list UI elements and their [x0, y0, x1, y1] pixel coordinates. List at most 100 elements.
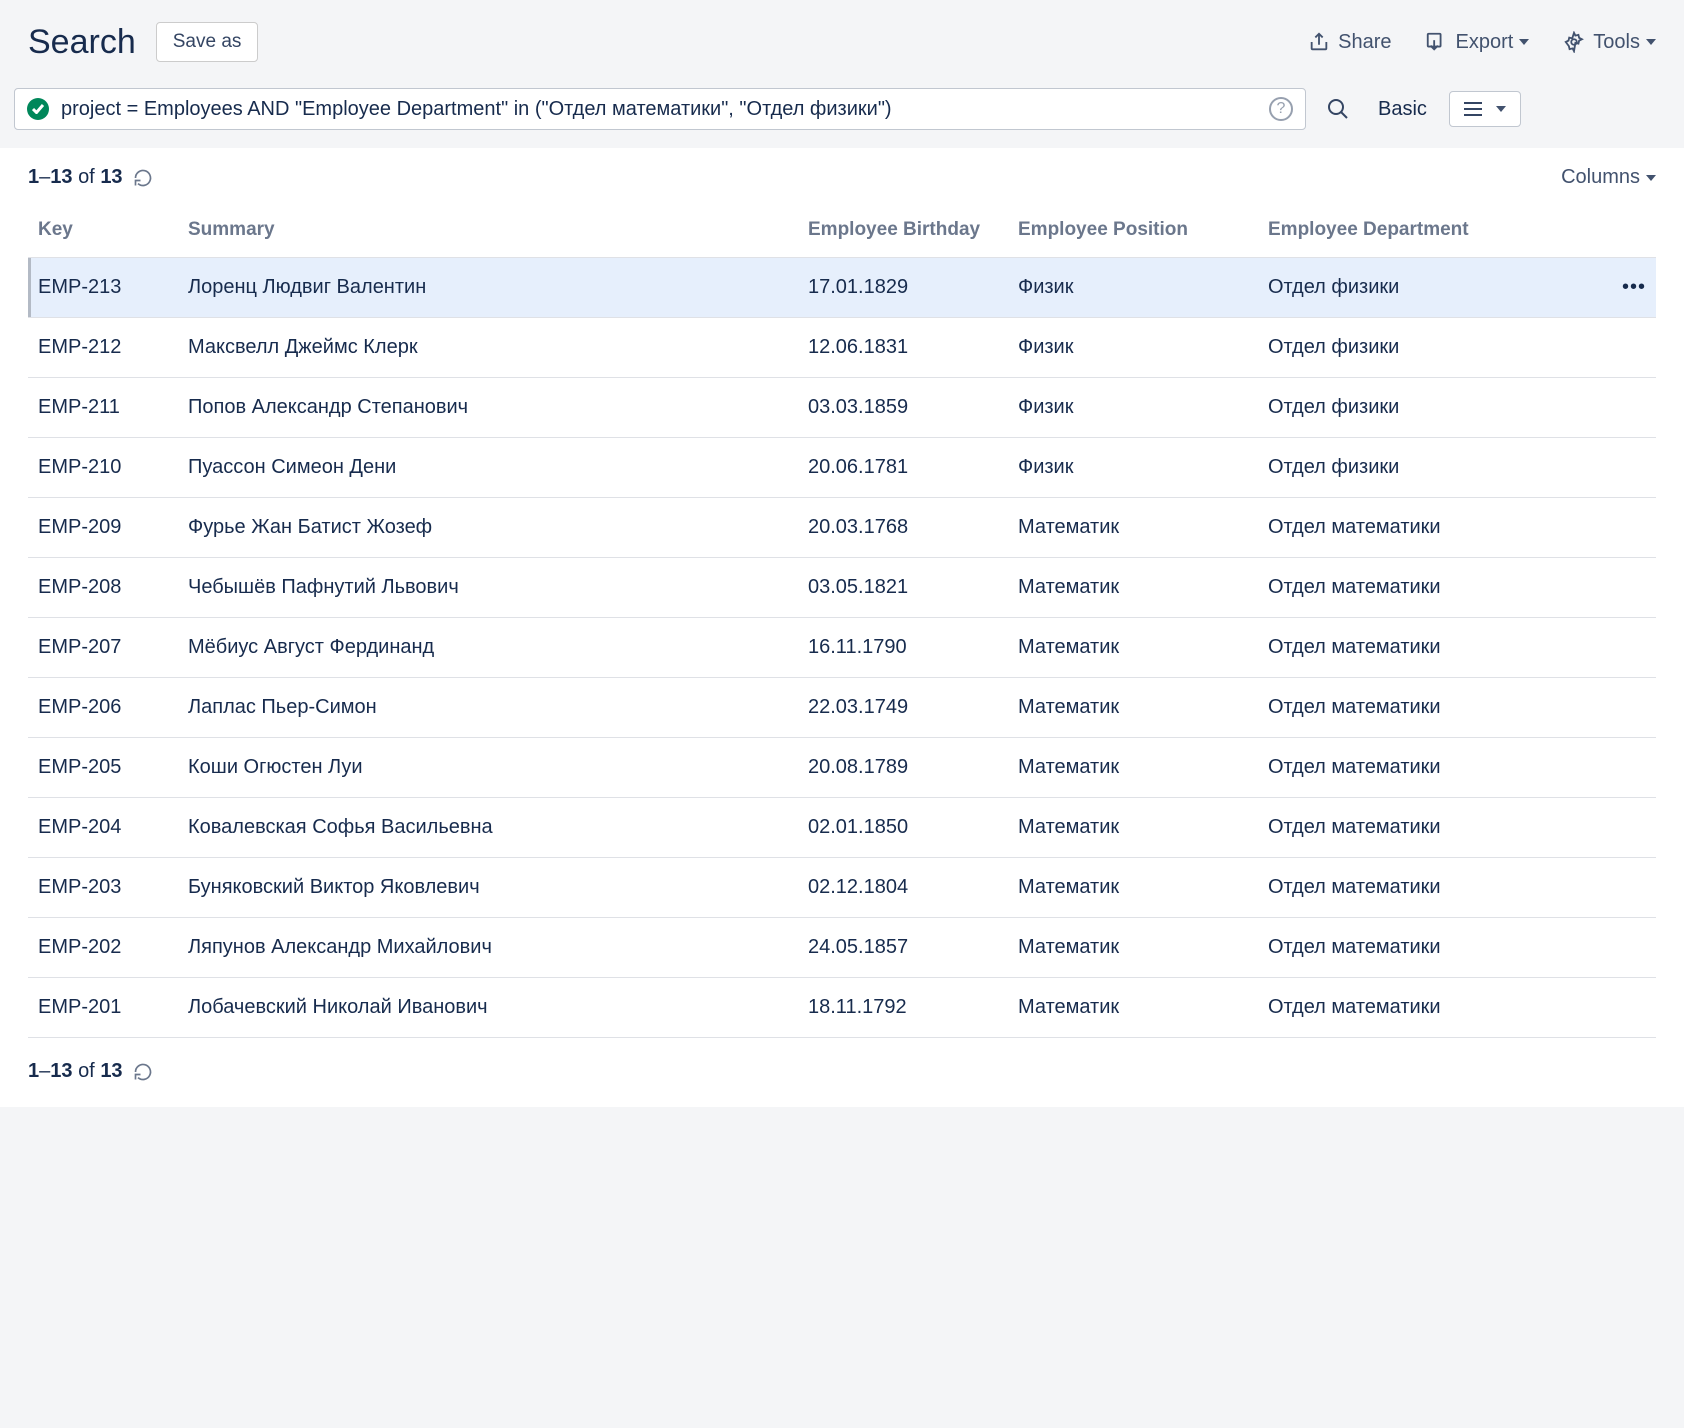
results-count-bottom: 1–13 of 13	[28, 1060, 123, 1083]
table-row[interactable]: EMP-202Ляпунов Александр Михайлович24.05…	[28, 918, 1656, 978]
cell-department: Отдел физики	[1258, 258, 1610, 318]
basic-mode-link[interactable]: Basic	[1370, 98, 1435, 121]
tools-label: Tools	[1593, 31, 1640, 54]
row-actions-button[interactable]	[1610, 858, 1656, 918]
export-button[interactable]: Export	[1425, 31, 1529, 54]
chevron-down-icon	[1519, 39, 1529, 45]
columns-button[interactable]: Columns	[1561, 166, 1656, 189]
save-as-button[interactable]: Save as	[156, 22, 259, 62]
cell-birthday: 24.05.1857	[798, 918, 1008, 978]
table-row[interactable]: EMP-205Коши Огюстен Луи20.08.1789Математ…	[28, 738, 1656, 798]
cell-birthday: 03.05.1821	[798, 558, 1008, 618]
cell-key: EMP-206	[28, 678, 178, 738]
chevron-down-icon	[1646, 39, 1656, 45]
cell-department: Отдел математики	[1258, 618, 1610, 678]
cell-position: Математик	[1008, 918, 1258, 978]
cell-summary: Коши Огюстен Луи	[178, 738, 798, 798]
cell-summary: Фурье Жан Батист Жозеф	[178, 498, 798, 558]
refresh-button-bottom[interactable]	[133, 1062, 153, 1082]
cell-summary: Буняковский Виктор Яковлевич	[178, 858, 798, 918]
row-actions-button[interactable]	[1610, 918, 1656, 978]
col-header-key[interactable]: Key	[28, 207, 178, 258]
cell-summary: Чебышёв Пафнутий Львович	[178, 558, 798, 618]
cell-position: Физик	[1008, 378, 1258, 438]
cell-summary: Максвелл Джеймс Клерк	[178, 318, 798, 378]
col-header-position[interactable]: Employee Position	[1008, 207, 1258, 258]
cell-position: Математик	[1008, 858, 1258, 918]
cell-position: Математик	[1008, 618, 1258, 678]
cell-birthday: 16.11.1790	[798, 618, 1008, 678]
cell-key: EMP-203	[28, 858, 178, 918]
table-row[interactable]: EMP-208Чебышёв Пафнутий Львович03.05.182…	[28, 558, 1656, 618]
cell-summary: Мёбиус Август Фердинанд	[178, 618, 798, 678]
cell-summary: Ковалевская Софья Васильевна	[178, 798, 798, 858]
table-row[interactable]: EMP-209Фурье Жан Батист Жозеф20.03.1768М…	[28, 498, 1656, 558]
cell-position: Математик	[1008, 498, 1258, 558]
cell-department: Отдел физики	[1258, 378, 1610, 438]
jql-input-wrap[interactable]: ?	[14, 88, 1306, 130]
cell-birthday: 02.01.1850	[798, 798, 1008, 858]
columns-label: Columns	[1561, 166, 1640, 189]
cell-position: Физик	[1008, 258, 1258, 318]
search-button[interactable]	[1320, 91, 1356, 127]
table-header-row: Key Summary Employee Birthday Employee P…	[28, 207, 1656, 258]
share-button[interactable]: Share	[1308, 31, 1391, 54]
results-count: 1–13 of 13	[28, 166, 123, 189]
cell-key: EMP-201	[28, 978, 178, 1038]
row-actions-button[interactable]	[1610, 738, 1656, 798]
cell-department: Отдел математики	[1258, 558, 1610, 618]
table-row[interactable]: EMP-210Пуассон Симеон Дени20.06.1781Физи…	[28, 438, 1656, 498]
row-actions-button[interactable]	[1610, 978, 1656, 1038]
query-bar: ? Basic	[0, 76, 1684, 148]
list-view-icon	[1464, 102, 1482, 116]
cell-position: Математик	[1008, 798, 1258, 858]
cell-summary: Ляпунов Александр Михайлович	[178, 918, 798, 978]
row-actions-button[interactable]	[1610, 318, 1656, 378]
refresh-button[interactable]	[133, 168, 153, 188]
row-actions-button[interactable]	[1610, 678, 1656, 738]
cell-key: EMP-211	[28, 378, 178, 438]
col-header-department[interactable]: Employee Department	[1258, 207, 1610, 258]
cell-department: Отдел физики	[1258, 318, 1610, 378]
cell-key: EMP-209	[28, 498, 178, 558]
table-row[interactable]: EMP-213Лоренц Людвиг Валентин17.01.1829Ф…	[28, 258, 1656, 318]
table-row[interactable]: EMP-206Лаплас Пьер-Симон22.03.1749Матема…	[28, 678, 1656, 738]
export-icon	[1425, 31, 1447, 53]
valid-query-icon	[27, 98, 49, 120]
col-header-birthday[interactable]: Employee Birthday	[798, 207, 1008, 258]
table-row[interactable]: EMP-207Мёбиус Август Фердинанд16.11.1790…	[28, 618, 1656, 678]
table-row[interactable]: EMP-204Ковалевская Софья Васильевна02.01…	[28, 798, 1656, 858]
cell-key: EMP-205	[28, 738, 178, 798]
cell-key: EMP-207	[28, 618, 178, 678]
jql-input[interactable]	[61, 98, 1259, 121]
gear-icon	[1563, 31, 1585, 53]
cell-department: Отдел математики	[1258, 918, 1610, 978]
header-bar: Search Save as Share Export Tools	[0, 0, 1684, 76]
results-meta-top: 1–13 of 13 Columns	[28, 166, 1656, 189]
results-meta-bottom: 1–13 of 13	[28, 1060, 1656, 1083]
cell-birthday: 03.03.1859	[798, 378, 1008, 438]
cell-position: Физик	[1008, 318, 1258, 378]
help-icon[interactable]: ?	[1269, 97, 1293, 121]
table-row[interactable]: EMP-212Максвелл Джеймс Клерк12.06.1831Фи…	[28, 318, 1656, 378]
view-switcher[interactable]	[1449, 91, 1521, 127]
row-actions-button[interactable]	[1610, 798, 1656, 858]
row-actions-button[interactable]	[1610, 558, 1656, 618]
export-label: Export	[1455, 31, 1513, 54]
table-row[interactable]: EMP-201Лобачевский Николай Иванович18.11…	[28, 978, 1656, 1038]
table-row[interactable]: EMP-211Попов Александр Степанович03.03.1…	[28, 378, 1656, 438]
cell-birthday: 17.01.1829	[798, 258, 1008, 318]
row-actions-button[interactable]	[1610, 378, 1656, 438]
row-actions-button[interactable]: •••	[1610, 258, 1656, 318]
row-actions-button[interactable]	[1610, 498, 1656, 558]
cell-department: Отдел математики	[1258, 498, 1610, 558]
row-actions-button[interactable]	[1610, 618, 1656, 678]
row-actions-button[interactable]	[1610, 438, 1656, 498]
table-row[interactable]: EMP-203Буняковский Виктор Яковлевич02.12…	[28, 858, 1656, 918]
cell-summary: Попов Александр Степанович	[178, 378, 798, 438]
col-header-summary[interactable]: Summary	[178, 207, 798, 258]
cell-summary: Пуассон Симеон Дени	[178, 438, 798, 498]
tools-button[interactable]: Tools	[1563, 31, 1656, 54]
chevron-down-icon	[1496, 106, 1506, 112]
results-panel: 1–13 of 13 Columns Key Summary Employee …	[0, 148, 1684, 1107]
